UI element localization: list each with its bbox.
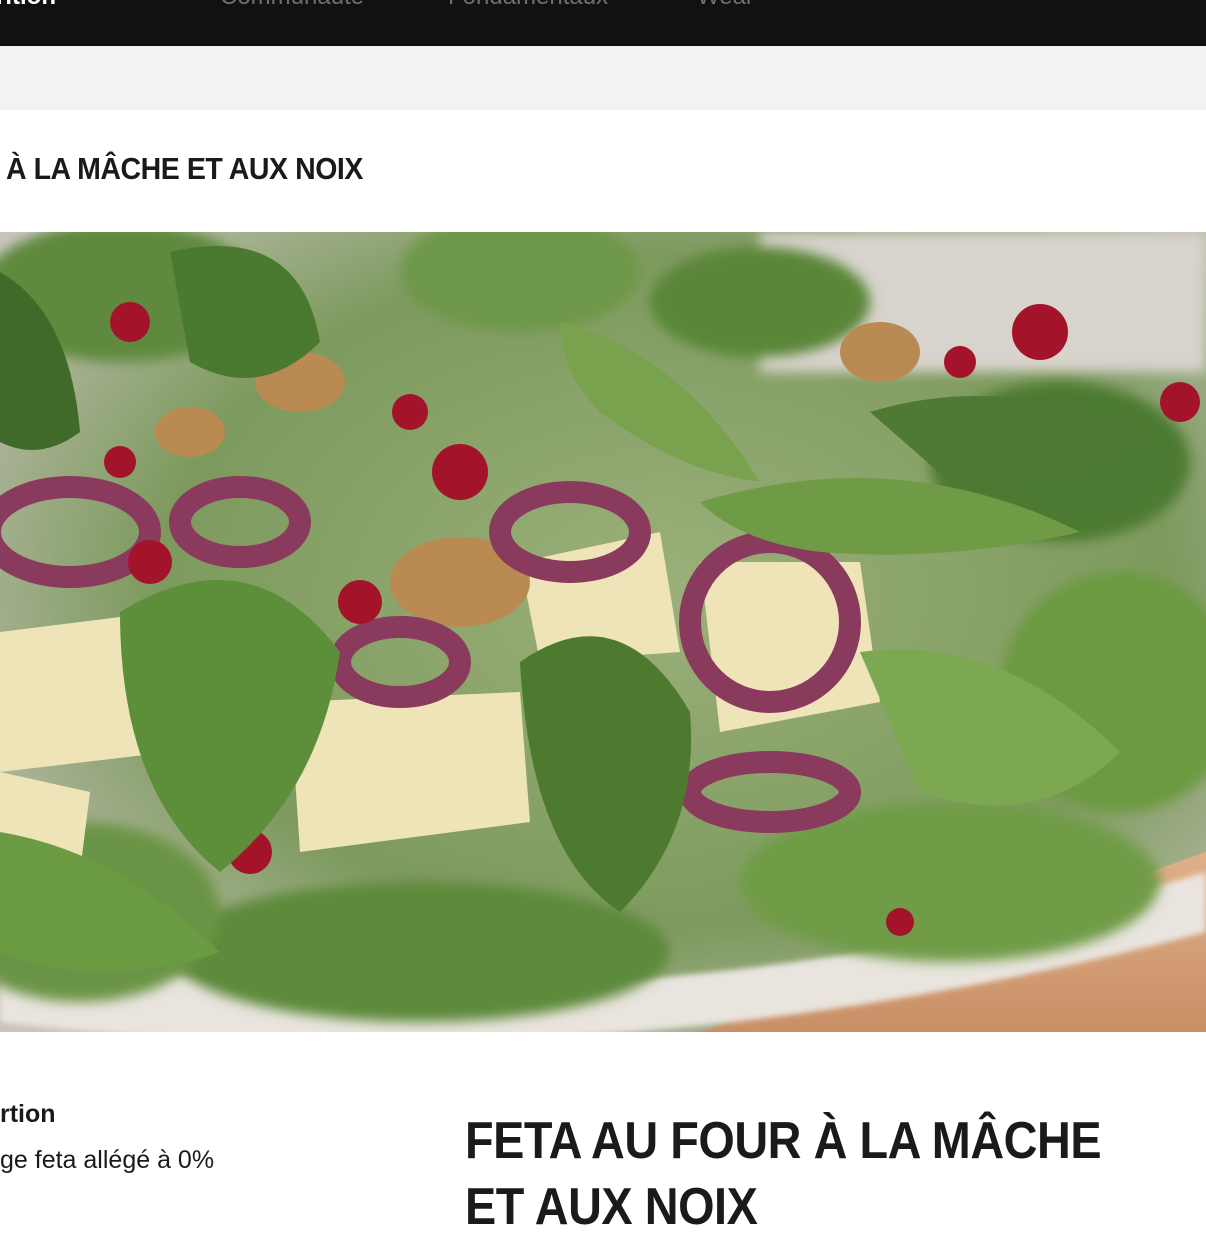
ingredients-portion-label: rtion xyxy=(0,1100,56,1128)
secondary-bar xyxy=(0,46,1206,110)
salad-photo xyxy=(0,232,1206,1032)
recipe-title: FETA AU FOUR À LA MÂCHE ET AUX NOIX xyxy=(465,1112,1102,1236)
salad-photo-illustration xyxy=(0,232,1206,1032)
nav-item-communaute[interactable]: Communauté xyxy=(220,0,364,12)
top-navigation-bar: rition Communauté Fondamentaux Wear xyxy=(0,0,1206,46)
nav-item-nutrition[interactable]: rition xyxy=(0,0,56,12)
breadcrumb-recipe-title: À LA MÂCHE ET AUX NOIX xyxy=(6,151,363,186)
nav-item-wear[interactable]: Wear xyxy=(697,0,754,12)
ingredient-list-item: ge feta allégé à 0% xyxy=(0,1146,215,1174)
nav-item-fondamentaux[interactable]: Fondamentaux xyxy=(448,0,608,12)
